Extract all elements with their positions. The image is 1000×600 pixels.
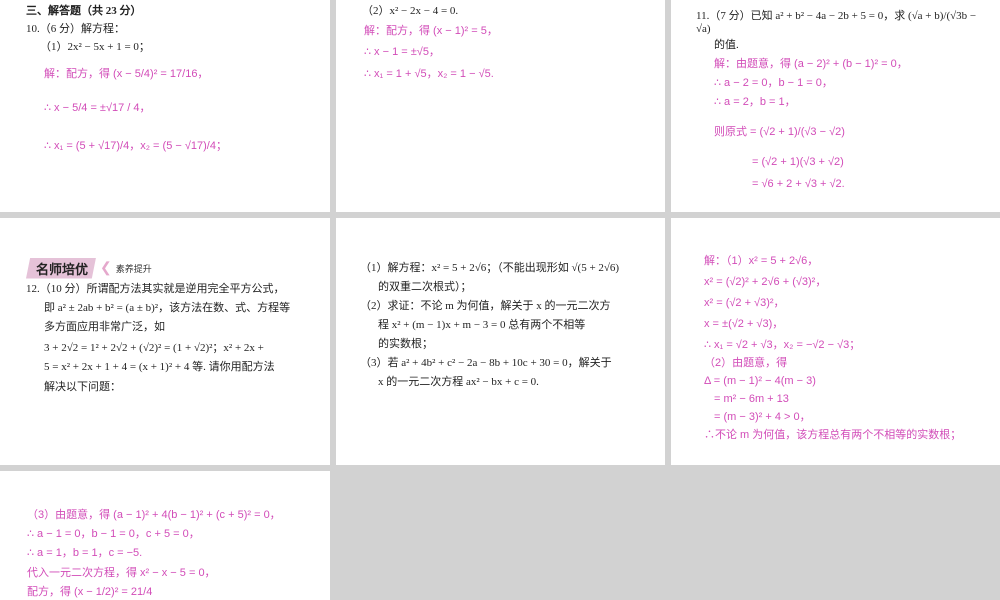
answer-line: （3）由题意，得 (a − 1)² + 4(b − 1)² + (c + 5)²… [27, 509, 281, 521]
answer-line: = (√2 + 1)(√3 + √2) [752, 156, 844, 168]
answer-line: = (m − 3)² + 4 > 0， [714, 411, 811, 423]
question-12-part-2: （2）求证：不论 m 为何值，解关于 x 的一元二次方 [360, 300, 611, 312]
answer-line: 解：配方，得 (x − 5/4)² = 17/16， [44, 68, 209, 80]
answer-line: 代入一元二次方程，得 x² − x − 5 = 0， [27, 567, 216, 579]
question-10-part-2: （2）x² − 2x − 4 = 0. [362, 5, 459, 17]
question-12-line: 即 a² ± 2ab + b² = (a ± b)²，该方法在数、式、方程等 [44, 302, 291, 314]
answer-line: ∴ a = 2，b = 1， [714, 96, 796, 108]
answer-line: ∴ x₁ = 1 + √5，x₂ = 1 − √5. [364, 68, 494, 80]
question-12-line: 解决以下问题： [44, 381, 121, 393]
answer-line: ∴ x − 1 = ±√5， [364, 46, 440, 58]
question-12-line: 的实数根； [378, 338, 433, 350]
question-12-line: 多方面应用非常广泛，如 [44, 321, 165, 333]
chevron-left-icon: ❮ [100, 260, 112, 276]
question-11-cont: 的值. [714, 39, 739, 51]
answer-line: 配方，得 (x − 1/2)² = 21/4 [27, 586, 153, 598]
answer-line: ∴ x₁ = √2 + √3，x₂ = −√2 − √3； [704, 339, 861, 351]
question-12-part-3: （3）若 a² + 4b² + c² − 2a − 8b + 10c + 30 … [360, 357, 612, 369]
question-12-part-1: （1）解方程：x² = 5 + 2√6；（不能出现形如 √(5 + 2√6) [360, 262, 620, 274]
answer-line: Δ = (m − 1)² − 4(m − 3) [704, 375, 816, 387]
question-12: 12.（10 分）所谓配方法其实就是逆用完全平方公式， [26, 283, 285, 295]
answer-line: ∴ x − 5/4 = ±√17 / 4， [44, 102, 151, 114]
answer-line: 解：配方，得 (x − 1)² = 5， [364, 25, 498, 37]
question-12-line: 程 x² + (m − 1)x + m − 3 = 0 总有两个不相等 [378, 319, 586, 331]
badge-title: 名师培优 [26, 257, 97, 279]
answer-line: 解：（1）x² = 5 + 2√6， [704, 255, 819, 267]
answer-line: ∴ a = 1，b = 1，c = −5. [27, 547, 143, 559]
question-12-line: 5 = x² + 2x + 1 + 4 = (x + 1)² + 4 等. 请你… [44, 361, 275, 373]
answer-line: = √6 + 2 + √3 + √2. [752, 178, 845, 190]
question-12-line: 3 + 2√2 = 1² + 2√2 + (√2)² = (1 + √2)²；x… [44, 342, 264, 354]
question-12-line: x 的一元二次方程 ax² − bx + c = 0. [378, 376, 539, 388]
answer-line: ∴不论 m 为何值，该方程总有两个不相等的实数根； [704, 429, 962, 441]
answer-line: x = ±(√2 + √3)， [704, 318, 784, 330]
section-heading: 三、解答题（共 23 分） [26, 5, 142, 17]
question-10: 10.（6 分）解方程： [26, 23, 125, 35]
answer-line: 解：由题意，得 (a − 2)² + (b − 1)² = 0， [714, 58, 908, 70]
answer-line: x² = (√2 + √3)²， [704, 297, 785, 309]
question-12-line: 的双重二次根式）； [378, 281, 472, 293]
section-badge: 名师培优 ❮ 素养提升 [26, 257, 152, 279]
question-10-part-1: （1）2x² − 5x + 1 = 0； [40, 41, 150, 53]
answer-line: = m² − 6m + 13 [714, 393, 789, 405]
question-11: 11.（7 分）已知 a² + b² − 4a − 2b + 5 = 0，求 (… [696, 10, 977, 35]
answer-line: ∴ a − 2 = 0，b − 1 = 0， [714, 77, 833, 89]
answer-line: ∴ x₁ = (5 + √17)/4，x₂ = (5 − √17)/4； [44, 140, 227, 152]
badge-subtitle: 素养提升 [115, 263, 152, 274]
answer-line: x² = (√2)² + 2√6 + (√3)²， [704, 276, 827, 288]
answer-line: （2）由题意，得 [704, 357, 788, 369]
answer-line: ∴ a − 1 = 0，b − 1 = 0，c + 5 = 0， [27, 528, 200, 540]
answer-line: 则原式 = (√2 + 1)/(√3 − √2) [714, 126, 845, 138]
